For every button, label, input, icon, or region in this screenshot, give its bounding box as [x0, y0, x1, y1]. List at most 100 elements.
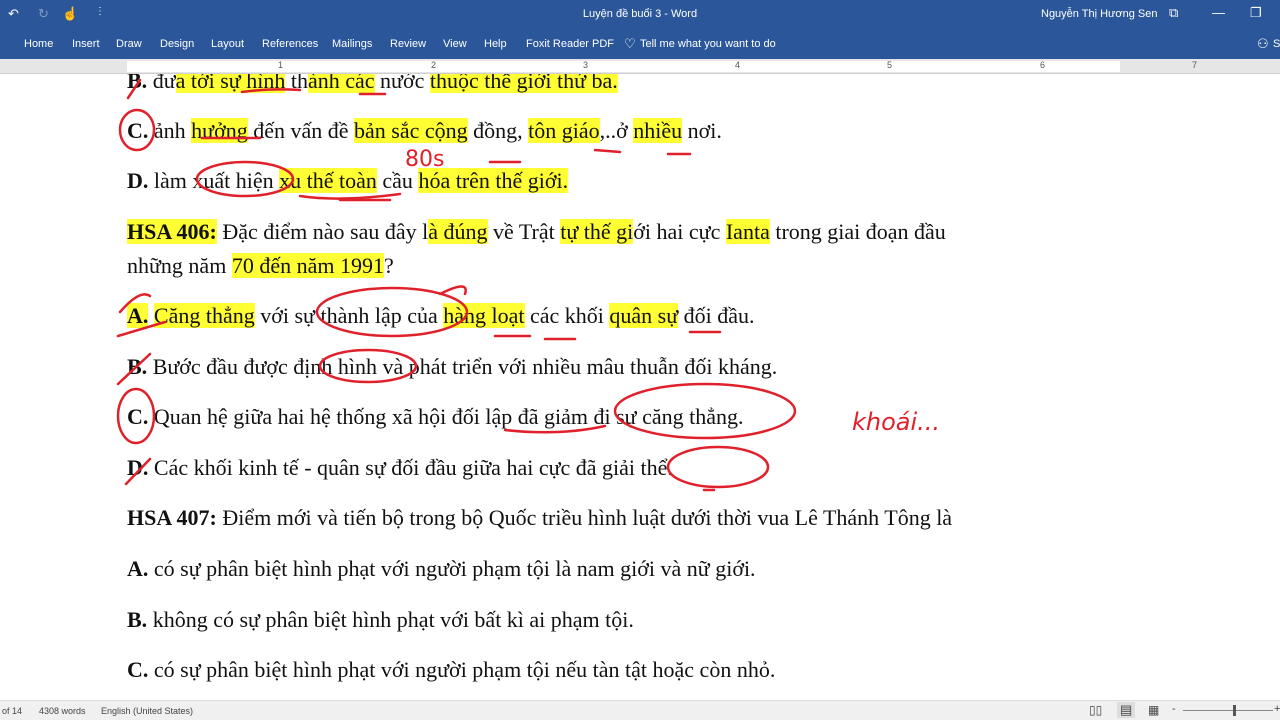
text-segment: đối đầu.	[678, 303, 755, 328]
text-segment: các khối	[524, 303, 610, 328]
share-icon[interactable]: ⚇	[1257, 36, 1269, 52]
highlighted-text: quân sự	[609, 303, 679, 328]
underline-mark	[298, 192, 402, 200]
text-segment: những năm	[127, 253, 232, 278]
text-segment: Bước đầu được định hình và phát triển vớ…	[147, 354, 778, 379]
tab-design[interactable]: Design	[160, 38, 194, 50]
text-segment: th	[285, 74, 308, 93]
document-line: C. có sự phân biệt hình phạt với người p…	[127, 657, 775, 683]
text-segment: có sự phân biệt hình phạt với người phạm…	[148, 556, 756, 581]
highlighted-text: nhiều	[633, 118, 683, 143]
text-segment: đến vấn đề	[247, 118, 355, 143]
tab-layout[interactable]: Layout	[211, 38, 244, 50]
highlighted-text: a tới sự hình	[175, 74, 286, 93]
zoom-slider[interactable]	[1183, 710, 1273, 711]
question-label: A.	[127, 556, 149, 581]
language-indicator[interactable]: English (United States)	[101, 706, 193, 716]
text-segment: với sự thành lập của	[254, 303, 444, 328]
question-label: C.	[127, 404, 149, 429]
highlighted-text: HSA 406:	[127, 219, 217, 244]
question-label: C.	[127, 657, 149, 682]
tab-foxit-reader-pdf[interactable]: Foxit Reader PDF	[526, 38, 614, 50]
print-layout-icon[interactable]: ▤	[1117, 702, 1136, 718]
document-line: B. Bước đầu được định hình và phát triển…	[127, 354, 777, 380]
underline-marks	[493, 330, 722, 341]
ruler-mark: 3	[583, 60, 589, 70]
tab-review[interactable]: Review	[390, 38, 426, 50]
ribbon-display-icon[interactable]: ⧉	[1169, 5, 1178, 21]
title-bar: ↶ ↻ ☝ ⋮ Luyện đề buổi 3 - Word Nguyễn Th…	[0, 0, 1280, 29]
highlighted-text: thuộc thế giới thứ ba.	[429, 74, 618, 93]
share-button[interactable]: S	[1273, 38, 1280, 50]
circle-mark	[666, 445, 770, 489]
text-segment: ảnh	[148, 118, 192, 143]
document-line: A. có sự phân biệt hình phạt với người p…	[127, 556, 756, 582]
zoom-slider-thumb[interactable]	[1233, 705, 1236, 716]
text-segment: đồng,	[467, 118, 529, 143]
tell-me-input[interactable]: Tell me what you want to do	[640, 38, 776, 50]
question-label: C.	[127, 118, 149, 143]
highlighted-text: hàng loạt	[443, 303, 525, 328]
tab-references[interactable]: References	[262, 38, 318, 50]
web-layout-icon[interactable]: ▦	[1148, 703, 1159, 717]
document-line: B. không có sự phân biệt hình phạt với b…	[127, 607, 634, 633]
zoom-in-icon[interactable]: +	[1274, 703, 1280, 715]
text-segment: cầu	[376, 168, 419, 193]
text-segment: Điểm mới và tiến bộ trong bộ Quốc triều …	[216, 505, 953, 530]
highlighted-text: tự thế gi	[560, 219, 634, 244]
highlighted-text: Căng thẳng	[153, 303, 255, 328]
user-name[interactable]: Nguyễn Thị Hương Sen	[1041, 8, 1158, 20]
ribbon-tabs: Home Insert Draw Design Layout Reference…	[0, 29, 1280, 59]
highlighted-text: A.	[127, 303, 149, 328]
highlighted-text: hóa trên thế giới.	[418, 168, 569, 193]
question-label: B.	[127, 74, 148, 93]
text-segment: Quan hệ giữa hai hệ thống xã hội đối lập…	[148, 404, 744, 429]
text-segment: ới hai cực	[633, 219, 726, 244]
document-line: những năm 70 đến năm 1991?	[127, 253, 394, 279]
text-segment: đư	[147, 74, 176, 93]
text-segment: Đặc điểm nào sau đây l	[216, 219, 429, 244]
tab-view[interactable]: View	[443, 38, 467, 50]
document-page[interactable]: B. đưa tới sự hình thành các nước thuộc …	[0, 74, 1280, 700]
highlighted-text: à đúng	[428, 219, 488, 244]
highlighted-text: tôn giáo	[528, 118, 600, 143]
ruler-mark: 5	[887, 60, 893, 70]
zoom-out-icon[interactable]: -	[1172, 703, 1176, 715]
document-line: D. Các khối kinh tế - quân sự đối đầu gi…	[127, 455, 673, 481]
word-count[interactable]: 4308 words	[39, 706, 86, 716]
read-mode-icon[interactable]: ▯▯	[1089, 703, 1102, 717]
highlighted-text: 70 đến năm 1991	[231, 253, 384, 278]
ruler-mark: 7	[1192, 60, 1198, 70]
document-line: HSA 406: Đặc điểm nào sau đây là đúng về…	[127, 219, 946, 245]
highlighted-text: hưởng	[191, 118, 248, 143]
text-segment: làm xuất hiện	[148, 168, 280, 193]
document-line: HSA 407: Điểm mới và tiến bộ trong bộ Qu…	[127, 505, 952, 531]
document-line: C. ảnh hưởng đến vấn đề bản sắc cộng đồn…	[127, 118, 722, 144]
annotation-handwritten-note: khoái...	[852, 408, 940, 436]
highlighted-text: Ianta	[725, 219, 770, 244]
tab-draw[interactable]: Draw	[116, 38, 142, 50]
ruler-mark: 2	[431, 60, 437, 70]
restore-icon[interactable]: ❐	[1250, 5, 1262, 21]
lightbulb-icon: ♡	[624, 36, 636, 51]
text-segment: trong giai đoạn đầu	[769, 219, 946, 244]
tab-help[interactable]: Help	[484, 38, 507, 50]
status-bar: of 14 4308 words English (United States)…	[0, 700, 1280, 720]
document-line: C. Quan hệ giữa hai hệ thống xã hội đối …	[127, 404, 744, 430]
text-segment: ,..ở	[599, 118, 634, 143]
tab-insert[interactable]: Insert	[72, 38, 100, 50]
ink-stroke	[438, 285, 467, 296]
tab-mailings[interactable]: Mailings	[332, 38, 372, 50]
ruler-mark: 6	[1040, 60, 1046, 70]
highlighted-text: ành các	[307, 74, 375, 93]
page-count[interactable]: of 14	[2, 706, 22, 716]
text-segment: không có sự phân biệt hình phạt với bất …	[147, 607, 634, 632]
tab-home[interactable]: Home	[24, 38, 53, 50]
horizontal-ruler[interactable]: 1 2 3 4 5 6 7	[0, 59, 1280, 74]
question-label: B.	[127, 607, 148, 632]
text-segment: ?	[383, 253, 394, 278]
text-segment: Các khối kinh tế - quân sự đối đầu giữa …	[148, 455, 673, 480]
text-segment: có sự phân biệt hình phạt với người phạm…	[148, 657, 776, 682]
question-label: D.	[127, 455, 149, 480]
minimize-icon[interactable]: —	[1212, 5, 1225, 20]
